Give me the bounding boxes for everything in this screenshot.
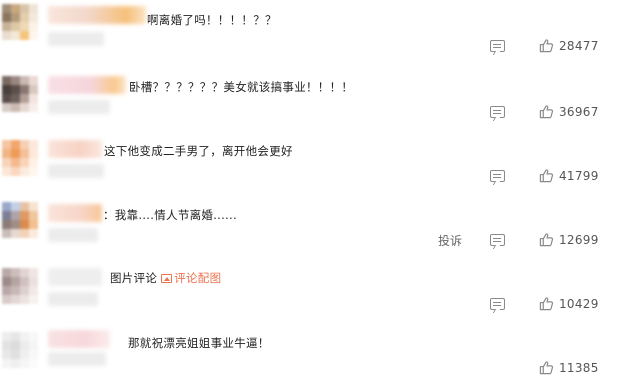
username-blurred[interactable] bbox=[48, 140, 102, 158]
avatar[interactable] bbox=[2, 202, 38, 238]
meta-blurred bbox=[48, 352, 106, 366]
username-blurred[interactable] bbox=[48, 76, 126, 94]
thumbs-up-icon[interactable] bbox=[539, 360, 554, 375]
comment-item: ：我靠....情人节离婚...... 投诉 12699 bbox=[0, 194, 618, 258]
like-count: 10429 bbox=[559, 297, 599, 311]
comment-item: 那就祝漂亮姐姐事业牛逼！ 11385 bbox=[0, 322, 618, 382]
meta-blurred bbox=[48, 32, 104, 46]
reply-icon[interactable] bbox=[490, 170, 505, 182]
comment-text: 卧槽？？？？？？美女就该搞事业！！！！ bbox=[129, 80, 354, 94]
meta-blurred bbox=[48, 100, 110, 114]
thumbs-up-icon[interactable] bbox=[539, 232, 554, 247]
image-comment-link[interactable]: 评论配图 bbox=[174, 271, 221, 285]
reply-icon[interactable] bbox=[490, 234, 505, 246]
like-count: 28477 bbox=[559, 39, 599, 53]
like-count: 12699 bbox=[559, 233, 599, 247]
report-link[interactable]: 投诉 bbox=[438, 232, 462, 249]
reply-icon[interactable] bbox=[490, 106, 505, 118]
comment-text: 图片评论 评论配图 bbox=[110, 270, 221, 286]
avatar[interactable] bbox=[2, 332, 38, 368]
meta-blurred bbox=[48, 164, 104, 178]
thumbs-up-icon[interactable] bbox=[539, 296, 554, 311]
username-blurred[interactable] bbox=[48, 330, 110, 348]
comment-text-content: 图片评论 bbox=[110, 271, 158, 285]
meta-blurred bbox=[48, 228, 98, 242]
username-blurred[interactable] bbox=[48, 6, 146, 24]
meta-blurred bbox=[48, 292, 98, 306]
comment-item: 这下他变成二手男了，离开他会更好 41799 bbox=[0, 130, 618, 194]
avatar[interactable] bbox=[2, 76, 38, 112]
username-blurred[interactable] bbox=[48, 268, 102, 286]
comment-text: ：我靠....情人节离婚...... bbox=[103, 208, 237, 222]
thumbs-up-icon[interactable] bbox=[539, 38, 554, 53]
comment-text: 那就祝漂亮姐姐事业牛逼！ bbox=[128, 336, 270, 350]
username-blurred[interactable] bbox=[48, 204, 102, 222]
thumbs-up-icon[interactable] bbox=[539, 104, 554, 119]
reply-icon[interactable] bbox=[490, 298, 505, 310]
like-count: 36967 bbox=[559, 105, 599, 119]
like-count: 41799 bbox=[559, 169, 599, 183]
comment-text: 啊离婚了吗！！！！？？ bbox=[147, 13, 277, 27]
like-count: 11385 bbox=[559, 361, 599, 375]
avatar[interactable] bbox=[2, 268, 38, 304]
reply-icon[interactable] bbox=[490, 40, 505, 52]
comment-item: 图片评论 评论配图 10429 bbox=[0, 258, 618, 322]
comment-text: 这下他变成二手男了，离开他会更好 bbox=[104, 144, 293, 158]
avatar[interactable] bbox=[2, 140, 38, 176]
comment-item: 啊离婚了吗！！！！？？ 28477 bbox=[0, 0, 618, 64]
comment-item: 卧槽？？？？？？美女就该搞事业！！！！ 36967 bbox=[0, 64, 618, 128]
image-icon bbox=[161, 274, 173, 283]
thumbs-up-icon[interactable] bbox=[539, 168, 554, 183]
avatar[interactable] bbox=[2, 4, 38, 40]
